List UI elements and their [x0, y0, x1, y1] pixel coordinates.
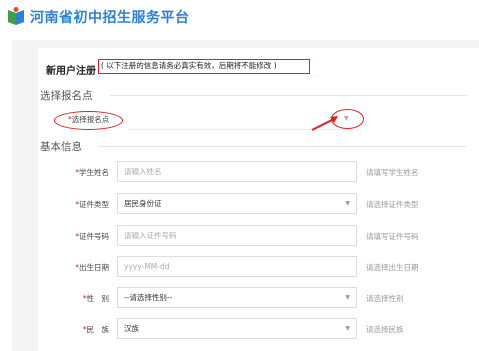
form-row: *民 族汉族 ▼ 请选择民族 — [0, 318, 479, 340]
field-label: *性 别 — [82, 294, 109, 303]
section-divider — [98, 146, 467, 147]
text-input[interactable]: yyyy-MM-dd — [117, 256, 357, 277]
registration-title: 新用户注册 — [46, 66, 96, 77]
chevron-down-icon[interactable]: ▼ — [344, 115, 349, 122]
form-row: *证件号码 请输入证件号码 请填写证件号码 — [0, 225, 479, 247]
registration-notice: ( 以下注册的信息请务必真实有效，后期将不能修改 ) — [98, 59, 310, 74]
field-hint: 请选择证件类型 — [366, 200, 419, 209]
form-row: *性 别 --请选择性别-- ▼ 请选择性别 — [0, 287, 479, 309]
text-input[interactable]: 请输入证件号码 — [117, 225, 357, 246]
field-label: *民 族 — [82, 325, 109, 334]
field-hint: 请填写学生姓名 — [366, 168, 419, 177]
pointer-arrow-icon — [311, 116, 338, 131]
field-label: *学生姓名 — [75, 168, 109, 177]
text-input[interactable]: 请输入姓名 — [117, 161, 357, 182]
section-select-site: 选择报名点 — [40, 90, 93, 102]
select-field[interactable]: 汉族 ▼ — [117, 318, 357, 339]
chevron-down-icon[interactable]: ▼ — [345, 319, 350, 338]
form-row: *出生日期 yyyy-MM-dd 请选择出生日期 — [0, 256, 479, 278]
field-hint: 请选择性别 — [366, 294, 404, 303]
site-header: 河南省初中招生服务平台 — [0, 0, 479, 34]
section-divider — [110, 95, 467, 96]
field-hint: 请选择民族 — [366, 325, 404, 334]
form-row: *学生姓名 请输入姓名 请填写学生姓名 — [0, 161, 479, 183]
chevron-down-icon[interactable]: ▼ — [345, 194, 350, 213]
book-logo-icon — [8, 7, 24, 25]
field-hint: 请填写证件号码 — [366, 232, 419, 241]
field-label: *证件类型 — [75, 200, 109, 209]
select-field[interactable]: --请选择性别-- ▼ — [117, 287, 357, 308]
field-label: *出生日期 — [75, 263, 109, 272]
site-title: 河南省初中招生服务平台 — [30, 10, 190, 26]
field-hint: 请选择出生日期 — [366, 263, 419, 272]
field-label: *证件号码 — [75, 232, 109, 241]
chevron-down-icon[interactable]: ▼ — [345, 288, 350, 307]
section-basic-info: 基本信息 — [40, 141, 82, 153]
site-select-label: *选择报名点 — [68, 115, 110, 124]
select-field[interactable]: 居民身份证 ▼ — [117, 193, 357, 214]
form-row: *证件类型 居民身份证 ▼ 请选择证件类型 — [0, 193, 479, 215]
